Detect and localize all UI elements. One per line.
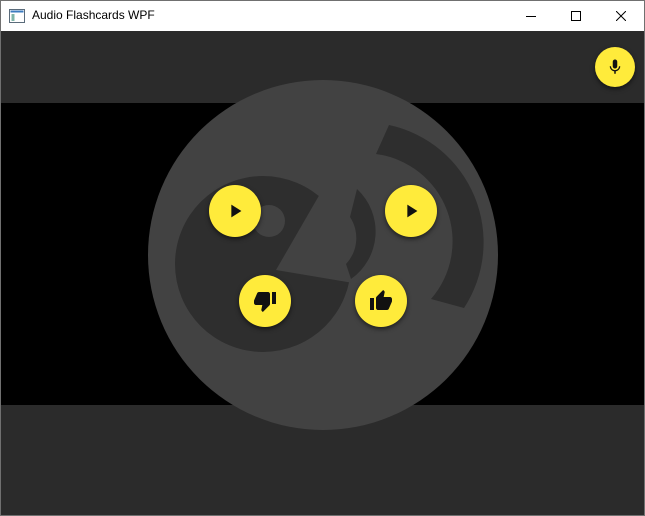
title-bar[interactable]: Audio Flashcards WPF	[1, 1, 644, 31]
thumb-up-icon	[370, 290, 392, 310]
close-button[interactable]	[598, 1, 644, 31]
app-icon	[9, 9, 25, 23]
play-icon	[407, 204, 418, 218]
thumb-up-button[interactable]	[355, 275, 407, 327]
main-content	[1, 31, 644, 515]
maximize-icon	[571, 11, 581, 21]
play-front-button[interactable]	[209, 185, 261, 237]
record-button[interactable]	[595, 47, 635, 87]
play-icon	[231, 204, 242, 218]
microphone-icon	[609, 59, 621, 74]
close-icon	[616, 11, 626, 21]
thumb-down-icon	[254, 292, 276, 312]
maximize-button[interactable]	[553, 1, 599, 31]
window-title: Audio Flashcards WPF	[32, 8, 155, 22]
app-window: Audio Flashcards WPF	[0, 0, 645, 516]
minimize-icon	[526, 16, 536, 17]
flashcard-disc-illustration	[148, 80, 498, 430]
minimize-button[interactable]	[508, 1, 554, 31]
play-back-button[interactable]	[385, 185, 437, 237]
thumb-down-button[interactable]	[239, 275, 291, 327]
